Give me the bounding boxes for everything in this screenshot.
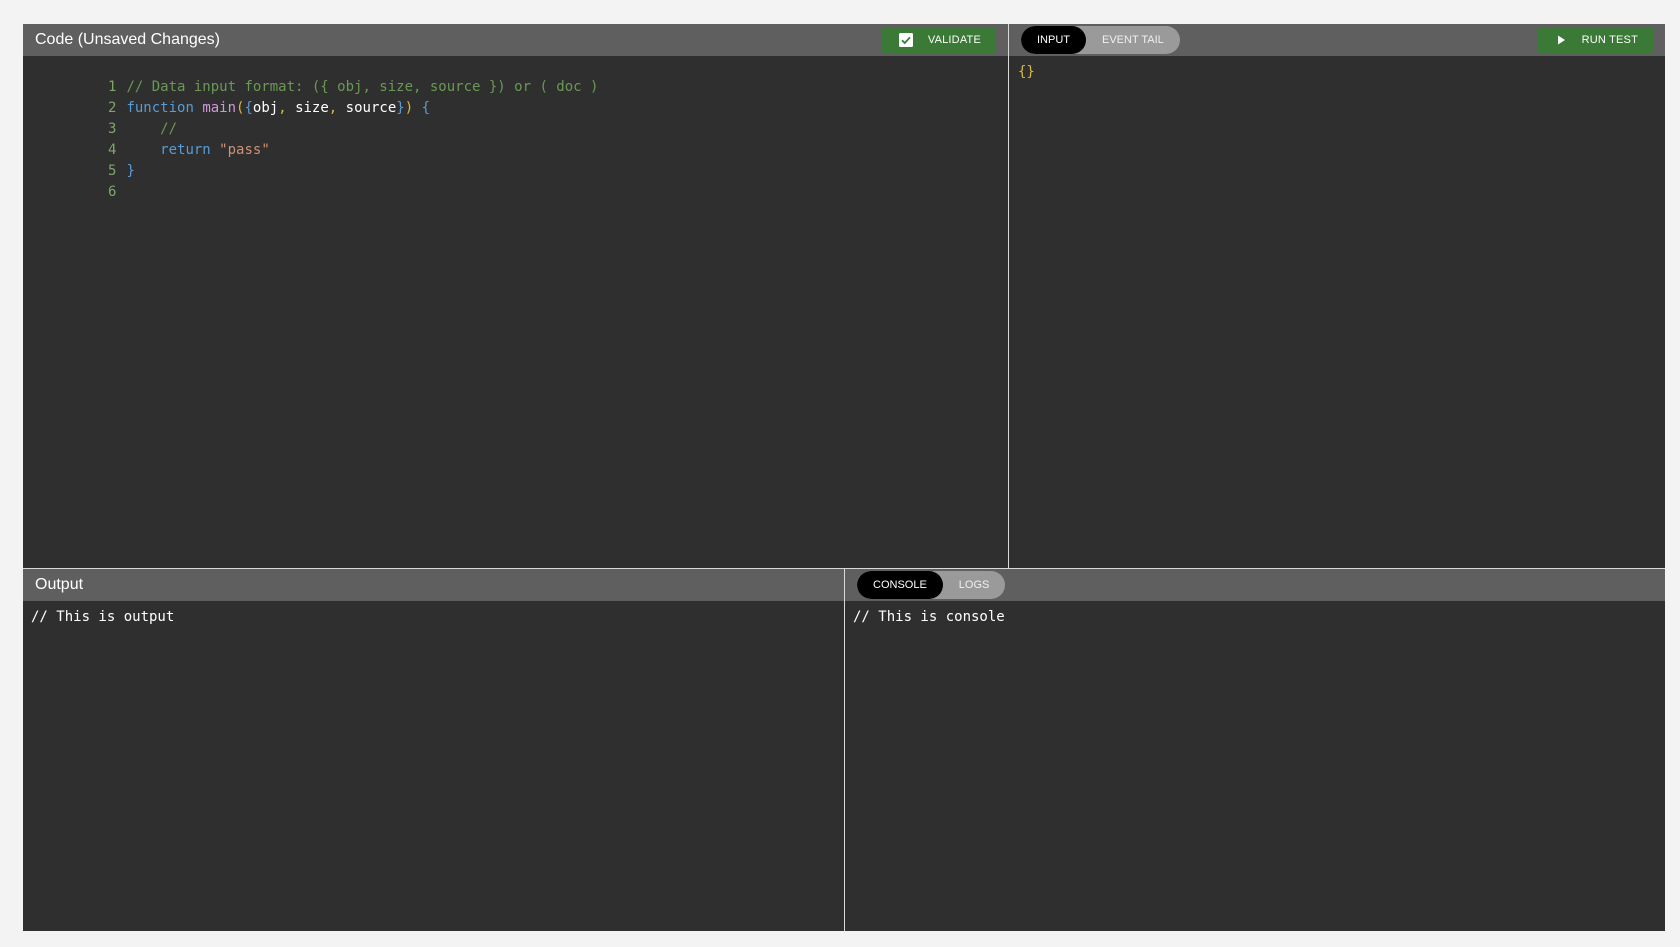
console-panel: CONSOLE LOGS // This is console: [845, 569, 1665, 931]
code-line: 4 return "pass": [23, 119, 270, 158]
checkbox-checked-icon: [898, 32, 914, 48]
input-panel: INPUT EVENT TAIL RUN TEST {}: [1009, 24, 1665, 568]
console-tabs: CONSOLE LOGS: [857, 571, 1006, 599]
workspace: Code (Unsaved Changes) VALIDATE 1// Data…: [23, 24, 1665, 931]
code-editor[interactable]: 1// Data input format: ({ obj, size, sou…: [23, 56, 1008, 568]
output-panel: Output // This is output: [23, 569, 844, 931]
code-panel-header: Code (Unsaved Changes) VALIDATE: [23, 24, 1008, 56]
code-panel-title: Code (Unsaved Changes): [35, 31, 220, 48]
output-panel-title: Output: [35, 576, 84, 593]
tab-input[interactable]: INPUT: [1021, 26, 1086, 54]
play-icon: [1554, 33, 1568, 47]
validate-button[interactable]: VALIDATE: [881, 27, 996, 53]
code-line: 3 //: [23, 98, 177, 137]
code-line: 6: [23, 161, 126, 200]
code-line: 2 function main({obj, size, source}) {: [23, 77, 430, 116]
code-text: return "pass": [160, 142, 270, 158]
run-test-button[interactable]: RUN TEST: [1537, 27, 1653, 53]
code-text: }: [126, 163, 135, 179]
code-panel: Code (Unsaved Changes) VALIDATE 1// Data…: [23, 24, 1008, 568]
tab-console[interactable]: CONSOLE: [857, 571, 943, 599]
output-content: // This is output: [31, 609, 175, 625]
console-content: // This is console: [853, 609, 1005, 625]
input-tabs: INPUT EVENT TAIL: [1021, 26, 1180, 54]
code-line: 1// Data input format: ({ obj, size, sou…: [23, 56, 598, 95]
run-test-label: RUN TEST: [1581, 34, 1638, 46]
line-number: 6: [108, 184, 117, 200]
validate-label: VALIDATE: [927, 34, 981, 46]
tab-event-tail[interactable]: EVENT TAIL: [1086, 26, 1180, 54]
console-panel-header: CONSOLE LOGS: [845, 569, 1665, 601]
input-json-editor[interactable]: {}: [1018, 64, 1035, 80]
input-panel-header: INPUT EVENT TAIL RUN TEST: [1009, 24, 1665, 56]
output-panel-header: Output: [23, 569, 844, 601]
code-line: 5}: [23, 140, 135, 179]
tab-logs[interactable]: LOGS: [943, 571, 1006, 599]
